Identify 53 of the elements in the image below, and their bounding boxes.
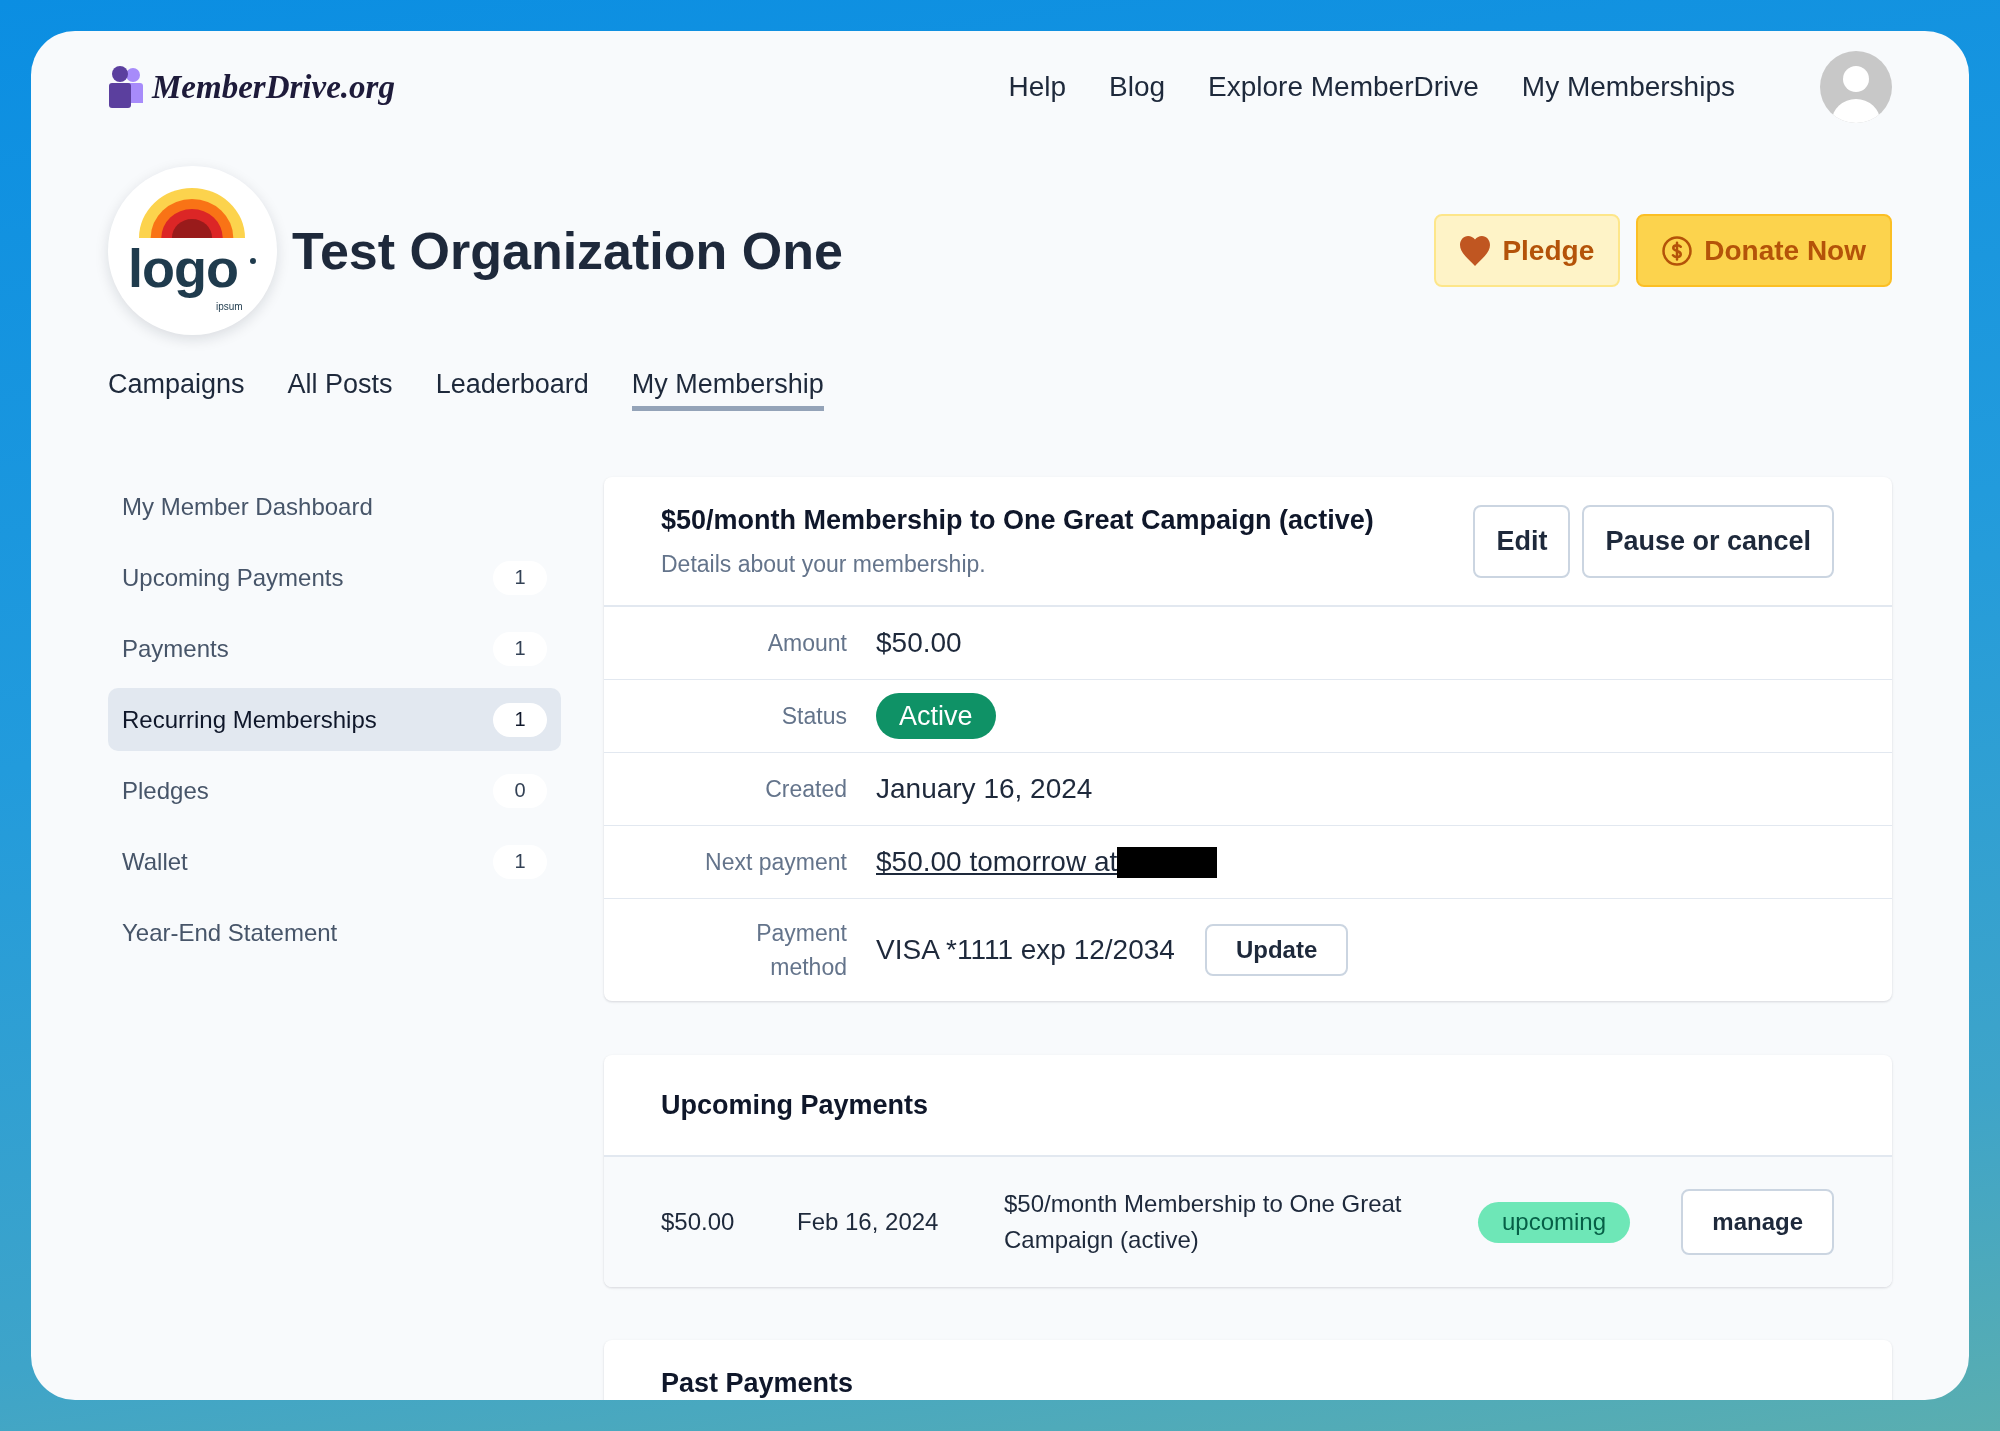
field-label: Created — [764, 775, 847, 804]
status-badge: Active — [876, 693, 996, 739]
dollar-icon — [1662, 235, 1693, 266]
next-payment-link[interactable]: $50.00 tomorrow at — [876, 846, 1118, 878]
field-label: Amount — [766, 629, 847, 658]
people-icon — [108, 66, 144, 108]
field-value: January 16, 2024 — [876, 773, 1093, 805]
nav-link[interactable]: Blog — [1109, 71, 1166, 103]
card-title: $50/month Membership to One Great Campaign (active) — [661, 504, 1374, 537]
amount-cell-text: $50.00 — [661, 1208, 736, 1236]
count-badge: 1 — [493, 560, 547, 595]
count-badge: 1 — [493, 844, 547, 879]
logo-text: logo — [128, 237, 238, 300]
nav-link[interactable]: Help — [1008, 71, 1067, 103]
card-subtitle: Details about your membership. — [661, 550, 987, 579]
sidebar-item[interactable]: Year-End Statement — [108, 901, 561, 964]
sidebar-item[interactable]: Wallet 1 — [108, 830, 561, 893]
sidebar-item[interactable]: Pledges 0 — [108, 759, 561, 822]
avatar-icon[interactable] — [1820, 51, 1892, 123]
update-button[interactable]: Update — [1204, 924, 1349, 976]
field-label: Payment method — [755, 919, 847, 982]
section-title: Past Payments — [661, 1367, 855, 1400]
manage-button[interactable]: manage — [1681, 1189, 1834, 1255]
sidebar-item[interactable]: Upcoming Payments 1 — [108, 546, 561, 609]
nav-link[interactable]: My Memberships — [1521, 71, 1735, 103]
field-value: VISA *1111 exp 12/2034 — [876, 934, 1175, 966]
status-badge: upcoming — [1478, 1201, 1631, 1243]
tab[interactable]: Leaderboard — [435, 369, 589, 411]
field-label: Status — [780, 702, 847, 731]
org-name: Test Organization One — [292, 220, 843, 281]
pause-cancel-button[interactable]: Pause or cancel — [1582, 504, 1834, 578]
pledge-button[interactable]: Pledge — [1434, 214, 1621, 287]
sidebar-item[interactable]: Payments 1 — [108, 617, 561, 680]
sidebar-item[interactable]: My Member Dashboard — [108, 475, 561, 538]
section-title: Upcoming Payments — [661, 1089, 930, 1122]
edit-button[interactable]: Edit — [1473, 504, 1571, 578]
heart-icon — [1460, 235, 1491, 266]
tab[interactable]: Campaigns — [108, 369, 245, 411]
description-cell-text: $50/month Membership to One Great Campaign (active) — [1004, 1189, 1403, 1255]
dot-icon — [250, 258, 256, 264]
rainbow-icon — [139, 188, 245, 238]
count-badge: 1 — [493, 631, 547, 666]
brand-name[interactable]: MemberDrive.org — [152, 68, 395, 106]
sidebar-item[interactable]: Recurring Memberships 1 — [108, 688, 561, 751]
field-label: Next payment — [704, 848, 847, 877]
count-badge: 0 — [493, 773, 547, 808]
tab[interactable]: All Posts — [287, 369, 393, 411]
tab[interactable]: My Membership — [631, 369, 824, 411]
count-badge: 1 — [493, 702, 547, 737]
field-value: $50.00 — [876, 627, 962, 659]
date-cell-text: Feb 16, 2024 — [797, 1208, 940, 1236]
nav-link[interactable]: Explore MemberDrive — [1208, 71, 1479, 103]
logo-subtext: ipsum — [216, 301, 243, 313]
